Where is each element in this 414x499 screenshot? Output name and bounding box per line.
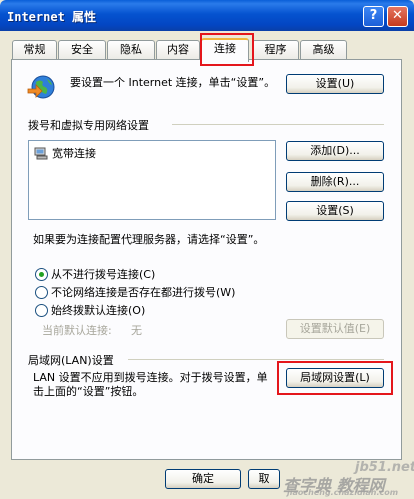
lan-group-divider bbox=[128, 359, 384, 360]
window-title: Internet 属性 bbox=[7, 10, 97, 24]
default-connection-value: 无 bbox=[131, 324, 142, 337]
radio-dial-whenever-label[interactable]: 不论网络连接是否存在都进行拨号(W) bbox=[51, 284, 235, 300]
connection-name: 宽带连接 bbox=[52, 147, 96, 160]
lan-group-label: 局域网(LAN)设置 bbox=[28, 354, 114, 367]
tab-privacy[interactable]: 隐私 bbox=[107, 40, 155, 59]
dialup-group-label: 拨号和虚拟专用网络设置 bbox=[28, 119, 149, 132]
close-button[interactable]: ✕ bbox=[387, 6, 408, 27]
setup-instruction-text: 要设置一个 Internet 连接，单击“设置”。 bbox=[70, 76, 276, 89]
ok-button[interactable]: 确定 bbox=[165, 469, 241, 489]
tab-advanced[interactable]: 高级 bbox=[300, 40, 347, 59]
proxy-instruction-text: 如果要为连接配置代理服务器，请选择“设置”。 bbox=[33, 233, 265, 246]
radio-never-dial[interactable] bbox=[35, 268, 48, 281]
tab-general[interactable]: 常规 bbox=[12, 40, 57, 59]
radio-dial-whenever[interactable] bbox=[35, 286, 48, 299]
radio-never-dial-label[interactable]: 从不进行拨号连接(C) bbox=[51, 266, 155, 282]
default-connection-label: 当前默认连接: bbox=[42, 324, 112, 337]
radio-always-dial-default[interactable] bbox=[35, 304, 48, 317]
help-button[interactable]: ? bbox=[363, 6, 384, 27]
dialup-settings-button[interactable]: 设置(S) bbox=[286, 201, 384, 221]
watermark-url: jiaocheng.chazidian.com bbox=[287, 488, 399, 497]
setup-button[interactable]: 设置(U) bbox=[286, 74, 384, 94]
add-button[interactable]: 添加(D)... bbox=[286, 141, 384, 161]
tab-security[interactable]: 安全 bbox=[58, 40, 106, 59]
dialup-connection-icon bbox=[33, 146, 49, 160]
dialup-group-divider bbox=[172, 124, 384, 125]
title-bar: Internet 属性 ? ✕ bbox=[0, 0, 414, 31]
lan-button-highlight-box bbox=[277, 361, 393, 395]
list-item[interactable]: 宽带连接 bbox=[33, 145, 96, 161]
lan-instruction-text: LAN 设置不应用到拨号连接。对于拨号设置，单击上面的“设置”按钮。 bbox=[33, 371, 268, 398]
tab-highlight-box bbox=[200, 33, 254, 66]
connection-list[interactable]: 宽带连接 bbox=[28, 140, 276, 220]
internet-globe-icon bbox=[27, 72, 57, 102]
radio-always-dial-default-label[interactable]: 始终拨默认连接(O) bbox=[51, 302, 145, 318]
cancel-button[interactable]: 取 bbox=[248, 469, 280, 489]
set-default-button[interactable]: 设置默认值(E) bbox=[286, 319, 384, 339]
remove-button[interactable]: 删除(R)... bbox=[286, 172, 384, 192]
tab-content[interactable]: 内容 bbox=[156, 40, 200, 59]
tab-programs[interactable]: 程序 bbox=[252, 40, 299, 59]
